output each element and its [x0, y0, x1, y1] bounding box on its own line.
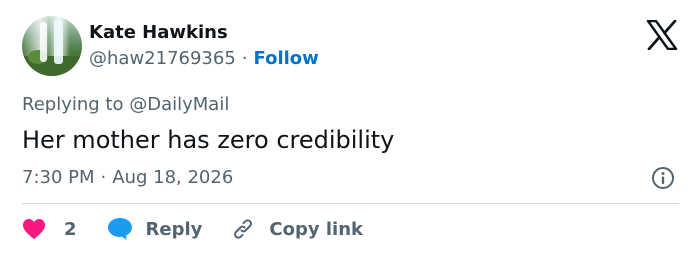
copy-link-button[interactable]: Copy link	[231, 217, 363, 241]
avatar[interactable]	[22, 16, 82, 76]
action-bar: 2 Reply Copy link	[22, 216, 363, 242]
x-logo-icon[interactable]	[646, 20, 678, 50]
avatar-waterfall	[54, 20, 63, 64]
replying-to: Replying to @DailyMail	[22, 93, 229, 117]
follow-button[interactable]: Follow	[254, 48, 319, 69]
tweet-text: Her mother has zero credibility	[22, 126, 395, 154]
timestamp-separator: ·	[100, 167, 107, 188]
replying-prefix: Replying to	[22, 94, 124, 115]
divider	[22, 203, 679, 204]
tweet-time: 7:30 PM	[22, 167, 95, 188]
handle-separator: ·	[241, 48, 248, 69]
replying-mention[interactable]: @DailyMail	[129, 94, 229, 115]
author-handle[interactable]: @haw21769365	[89, 48, 236, 69]
reply-button[interactable]: Reply	[107, 217, 203, 241]
heart-icon	[23, 219, 45, 239]
tweet-timestamp[interactable]: 7:30 PM · Aug 18, 2026	[22, 166, 233, 190]
reply-label: Reply	[145, 218, 203, 240]
author-handle-row: @haw21769365 · Follow	[89, 47, 319, 71]
info-icon[interactable]	[651, 166, 675, 190]
copy-link-label: Copy link	[269, 218, 363, 240]
link-icon	[234, 219, 253, 239]
avatar-waterfall	[40, 22, 47, 62]
speech-bubble-icon	[107, 218, 132, 240]
author-name[interactable]: Kate Hawkins	[89, 21, 228, 45]
like-button[interactable]: 2	[22, 218, 77, 240]
tweet-date: Aug 18, 2026	[112, 167, 234, 188]
like-count: 2	[64, 218, 77, 240]
